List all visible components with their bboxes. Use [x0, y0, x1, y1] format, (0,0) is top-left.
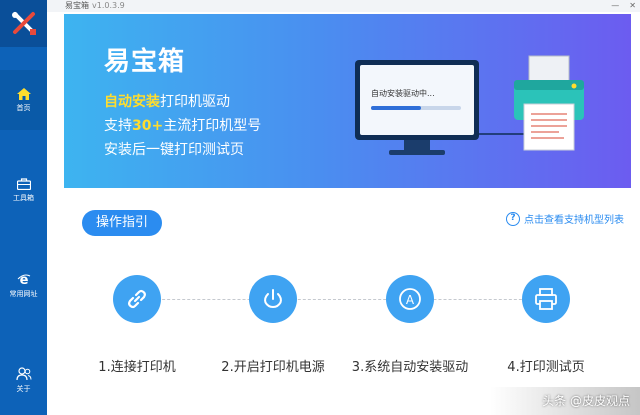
- step-power-icon-circle: [249, 275, 297, 323]
- supported-models-link-label: 点击查看支持机型列表: [524, 215, 624, 226]
- supported-models-link[interactable]: ? 点击查看支持机型列表: [506, 211, 624, 226]
- step-print-icon-circle: [522, 275, 570, 323]
- watermark-text: 头条 @皮皮观点: [542, 394, 630, 408]
- question-icon: ?: [506, 211, 520, 226]
- operation-guide-button[interactable]: 操作指引: [82, 210, 162, 236]
- auto-install-icon: A: [399, 288, 421, 310]
- app-logo: [0, 0, 47, 47]
- install-progress-bar: [371, 106, 461, 110]
- printer-icon: [535, 288, 557, 310]
- step-auto-install-icon-circle: A: [386, 275, 434, 323]
- power-icon: [264, 289, 282, 309]
- monitor-illustration: 自动安装驱动中...: [355, 60, 479, 140]
- home-icon: [16, 87, 31, 100]
- feature-supported-models: 支持30+主流打印机型号: [104, 118, 262, 134]
- step-label-power: 2.开启打印机电源: [221, 360, 325, 375]
- feature-auto-install: 自动安装打印机驱动: [104, 94, 230, 110]
- window-title: 易宝箱: [65, 1, 89, 10]
- sidebar-item-home[interactable]: 首页: [0, 70, 47, 130]
- hero-banner: 易宝箱 自动安装打印机驱动 支持30+主流打印机型号 安装后一键打印测试页 自动…: [64, 14, 631, 188]
- step-connect-icon-circle: [113, 275, 161, 323]
- sidebar-item-about[interactable]: 关于: [0, 350, 47, 410]
- sidebar-item-label: 首页: [16, 103, 31, 112]
- minimize-icon[interactable]: —: [611, 0, 619, 12]
- sidebar-item-websites[interactable]: e 常用网址: [0, 255, 47, 315]
- tools-logo-icon: [11, 11, 36, 35]
- window-controls: — ✕: [611, 0, 636, 12]
- step-label-install: 3.系统自动安装驱动: [351, 360, 469, 375]
- sidebar-item-label: 关于: [16, 384, 31, 393]
- banner-title: 易宝箱: [104, 47, 186, 77]
- svg-text:A: A: [406, 293, 415, 307]
- monitor-stand: [404, 140, 430, 150]
- ie-browser-icon: e: [17, 273, 30, 286]
- title-bar: 易宝箱 v1.0.3.9 — ✕: [47, 0, 640, 12]
- toolbox-icon: [16, 177, 31, 190]
- install-status-text: 自动安装驱动中...: [371, 89, 435, 98]
- users-icon: [15, 366, 31, 380]
- link-icon: [128, 289, 146, 309]
- printer-illustration-icon: [514, 55, 584, 151]
- step-label-print: 4.打印测试页: [507, 360, 585, 375]
- close-icon[interactable]: ✕: [629, 0, 636, 12]
- app-version: v1.0.3.9: [92, 1, 125, 10]
- sidebar: 首页 工具箱 e 常用网址 关于: [0, 0, 47, 415]
- steps-connector: [137, 299, 547, 300]
- monitor-stand-base: [389, 150, 445, 155]
- sidebar-item-toolbox[interactable]: 工具箱: [0, 160, 47, 220]
- sidebar-item-label: 工具箱: [13, 193, 34, 202]
- sidebar-item-label: 常用网址: [9, 289, 38, 298]
- feature-test-page: 安装后一键打印测试页: [104, 142, 244, 158]
- step-label-connect: 1.连接打印机: [98, 360, 176, 375]
